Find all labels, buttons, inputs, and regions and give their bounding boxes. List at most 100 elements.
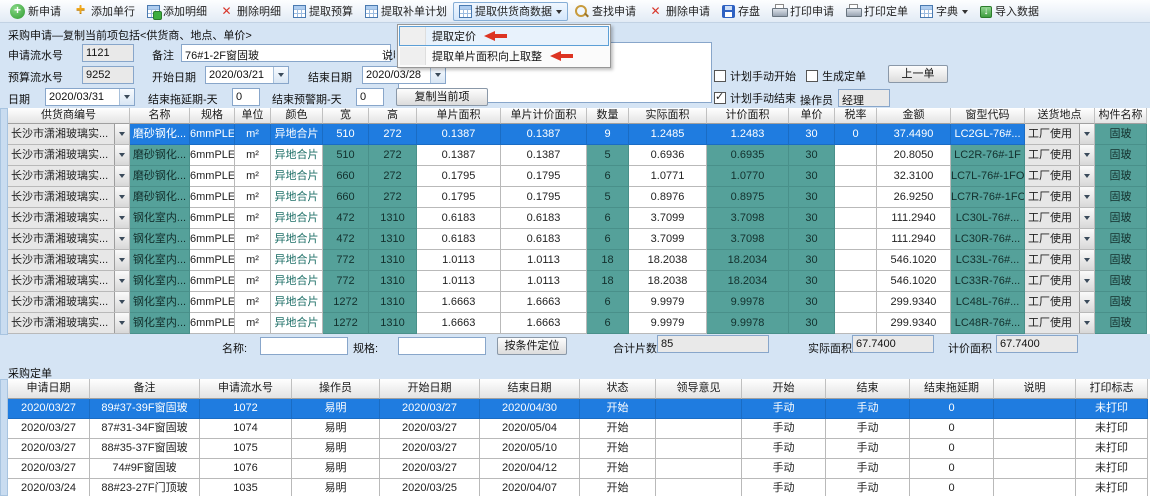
table-row[interactable]: 2020/03/2788#35-37F窗固玻1075易明2020/03/2720…	[8, 439, 1150, 459]
column-header-serial-no[interactable]: 申请流水号	[200, 379, 292, 399]
column-header-unit[interactable]: 单位	[235, 108, 271, 124]
cell-delivery-place[interactable]: 工厂使用	[1025, 313, 1095, 334]
chevron-down-icon[interactable]	[556, 10, 562, 17]
budget-field[interactable]: 9252	[82, 66, 134, 84]
menu-item-extract-unit-area-round-up[interactable]: 提取单片面积向上取整	[399, 46, 609, 66]
chevron-down-icon[interactable]	[114, 313, 129, 333]
column-header-piece-area[interactable]: 单片面积	[417, 108, 501, 124]
print-request-button[interactable]: 打印申请	[766, 2, 840, 21]
table-row[interactable]: 长沙市潇湘玻璃实...磨砂钢化...6mmPLE...m²异地合片6602720…	[8, 166, 1150, 187]
table-row[interactable]: 长沙市潇湘玻璃实...钢化室内...6mmPLE...m²异地合片1272131…	[8, 292, 1150, 313]
column-header-end-mode[interactable]: 结束	[826, 379, 910, 399]
copy-current-button[interactable]: 复制当前项	[396, 88, 488, 106]
cell-supplier-no[interactable]: 长沙市潇湘玻璃实...	[8, 166, 130, 187]
dictionary-button[interactable]: 字典	[914, 2, 974, 21]
chevron-down-icon[interactable]	[114, 271, 129, 291]
filter-name-input[interactable]	[260, 337, 348, 355]
table-row[interactable]: 2020/03/2789#37-39F窗固玻1072易明2020/03/2720…	[8, 399, 1150, 419]
column-header-width[interactable]: 宽	[323, 108, 369, 124]
filter-spec-input[interactable]	[398, 337, 486, 355]
table-row[interactable]: 长沙市潇湘玻璃实...钢化室内...6mmPLE...m²异地合片4721310…	[8, 229, 1150, 250]
row-selector-strip[interactable]	[0, 108, 8, 335]
cell-delivery-place[interactable]: 工厂使用	[1025, 166, 1095, 187]
operator-field[interactable]: 经理	[838, 89, 890, 107]
menu-item-extract-pricing[interactable]: 提取定价	[399, 26, 609, 46]
serial-field[interactable]: 1121	[82, 44, 134, 62]
column-header-delivery-place[interactable]: 送货地点	[1025, 108, 1095, 124]
column-header-qty[interactable]: 数量	[587, 108, 629, 124]
extract-supplement-plan-button[interactable]: 提取补单计划	[359, 2, 453, 21]
extract-budget-button[interactable]: 提取预算	[287, 2, 359, 21]
column-header-start-date[interactable]: 开始日期	[380, 379, 480, 399]
cell-delivery-place[interactable]: 工厂使用	[1025, 250, 1095, 271]
column-header-note[interactable]: 说明	[994, 379, 1076, 399]
cell-supplier-no[interactable]: 长沙市潇湘玻璃实...	[8, 208, 130, 229]
chevron-down-icon[interactable]	[114, 124, 129, 144]
chevron-down-icon[interactable]	[1079, 187, 1094, 207]
column-header-piece-price-area[interactable]: 单片计价面积	[501, 108, 587, 124]
chevron-down-icon[interactable]	[114, 229, 129, 249]
row-selector-strip[interactable]	[0, 379, 8, 496]
table-row[interactable]: 长沙市潇湘玻璃实...钢化室内...6mmPLE...m²异地合片1272131…	[8, 313, 1150, 334]
chevron-down-icon[interactable]	[1079, 292, 1094, 312]
end-date-combo[interactable]: 2020/03/28	[362, 66, 446, 84]
print-order-button[interactable]: 打印定单	[840, 2, 914, 21]
find-request-button[interactable]: 查找申请	[568, 2, 642, 21]
chevron-down-icon[interactable]	[114, 187, 129, 207]
chevron-down-icon[interactable]	[1079, 250, 1094, 270]
table-row[interactable]: 长沙市潇湘玻璃实...磨砂钢化...6mmPLE...m²异地合片5102720…	[8, 124, 1150, 145]
manual-start-checkbox[interactable]: 计划手动开始	[714, 68, 796, 84]
cell-delivery-place[interactable]: 工厂使用	[1025, 124, 1095, 145]
previous-order-button[interactable]: 上一单	[888, 65, 948, 83]
new-request-button[interactable]: 新申请	[4, 2, 67, 21]
table-row[interactable]: 长沙市潇湘玻璃实...钢化室内...6mmPLE...m²异地合片7721310…	[8, 250, 1150, 271]
cell-delivery-place[interactable]: 工厂使用	[1025, 145, 1095, 166]
cell-delivery-place[interactable]: 工厂使用	[1025, 292, 1095, 313]
extract-supplier-data-button[interactable]: 提取供货商数据	[453, 2, 568, 21]
chevron-down-icon[interactable]	[1079, 166, 1094, 186]
column-header-amount[interactable]: 金额	[877, 108, 951, 124]
table-row[interactable]: 长沙市潇湘玻璃实...磨砂钢化...6mmPLE...m²异地合片6602720…	[8, 187, 1150, 208]
add-row-button[interactable]: 添加单行	[67, 2, 141, 21]
chevron-down-icon[interactable]	[114, 166, 129, 186]
table-row[interactable]: 长沙市潇湘玻璃实...磨砂钢化...6mmPLE...m²异地合片5102720…	[8, 145, 1150, 166]
cell-supplier-no[interactable]: 长沙市潇湘玻璃实...	[8, 271, 130, 292]
date-combo[interactable]: 2020/03/31	[45, 88, 135, 106]
chevron-down-icon[interactable]	[273, 67, 288, 83]
chevron-down-icon[interactable]	[1079, 208, 1094, 228]
column-header-status[interactable]: 状态	[580, 379, 656, 399]
cell-supplier-no[interactable]: 长沙市潇湘玻璃实...	[8, 187, 130, 208]
manual-end-checkbox[interactable]: 计划手动结束	[714, 90, 796, 106]
import-data-button[interactable]: 导入数据	[974, 2, 1045, 21]
column-header-unit-price[interactable]: 单价	[789, 108, 835, 124]
end-warning-field[interactable]: 0	[356, 88, 384, 106]
column-header-component-name[interactable]: 构件名称	[1095, 108, 1147, 124]
column-header-color[interactable]: 颜色	[271, 108, 323, 124]
column-header-window-code[interactable]: 窗型代码	[951, 108, 1025, 124]
column-header-operator[interactable]: 操作员	[292, 379, 380, 399]
delete-detail-button[interactable]: 删除明细	[213, 2, 287, 21]
cell-delivery-place[interactable]: 工厂使用	[1025, 229, 1095, 250]
column-header-name[interactable]: 名称	[130, 108, 190, 124]
column-header-end-date[interactable]: 结束日期	[480, 379, 580, 399]
table-row[interactable]: 2020/03/2488#23-27F门顶玻1035易明2020/03/2520…	[8, 479, 1150, 496]
save-button[interactable]: 存盘	[716, 2, 766, 21]
cell-supplier-no[interactable]: 长沙市潇湘玻璃实...	[8, 124, 130, 145]
column-header-start-mode[interactable]: 开始	[742, 379, 826, 399]
chevron-down-icon[interactable]	[1079, 313, 1094, 333]
start-date-combo[interactable]: 2020/03/21	[205, 66, 289, 84]
chevron-down-icon[interactable]	[114, 208, 129, 228]
chevron-down-icon[interactable]	[1079, 124, 1094, 144]
locate-by-condition-button[interactable]: 按条件定位	[497, 337, 567, 355]
column-header-remark[interactable]: 备注	[90, 379, 200, 399]
cell-supplier-no[interactable]: 长沙市潇湘玻璃实...	[8, 313, 130, 334]
chevron-down-icon[interactable]	[114, 250, 129, 270]
column-header-request-date[interactable]: 申请日期	[8, 379, 90, 399]
chevron-down-icon[interactable]	[962, 10, 968, 17]
cell-supplier-no[interactable]: 长沙市潇湘玻璃实...	[8, 229, 130, 250]
add-detail-button[interactable]: 添加明细	[141, 2, 213, 21]
column-header-spec[interactable]: 规格	[190, 108, 235, 124]
cell-supplier-no[interactable]: 长沙市潇湘玻璃实...	[8, 250, 130, 271]
column-header-print-flag[interactable]: 打印标志	[1076, 379, 1148, 399]
cell-supplier-no[interactable]: 长沙市潇湘玻璃实...	[8, 145, 130, 166]
